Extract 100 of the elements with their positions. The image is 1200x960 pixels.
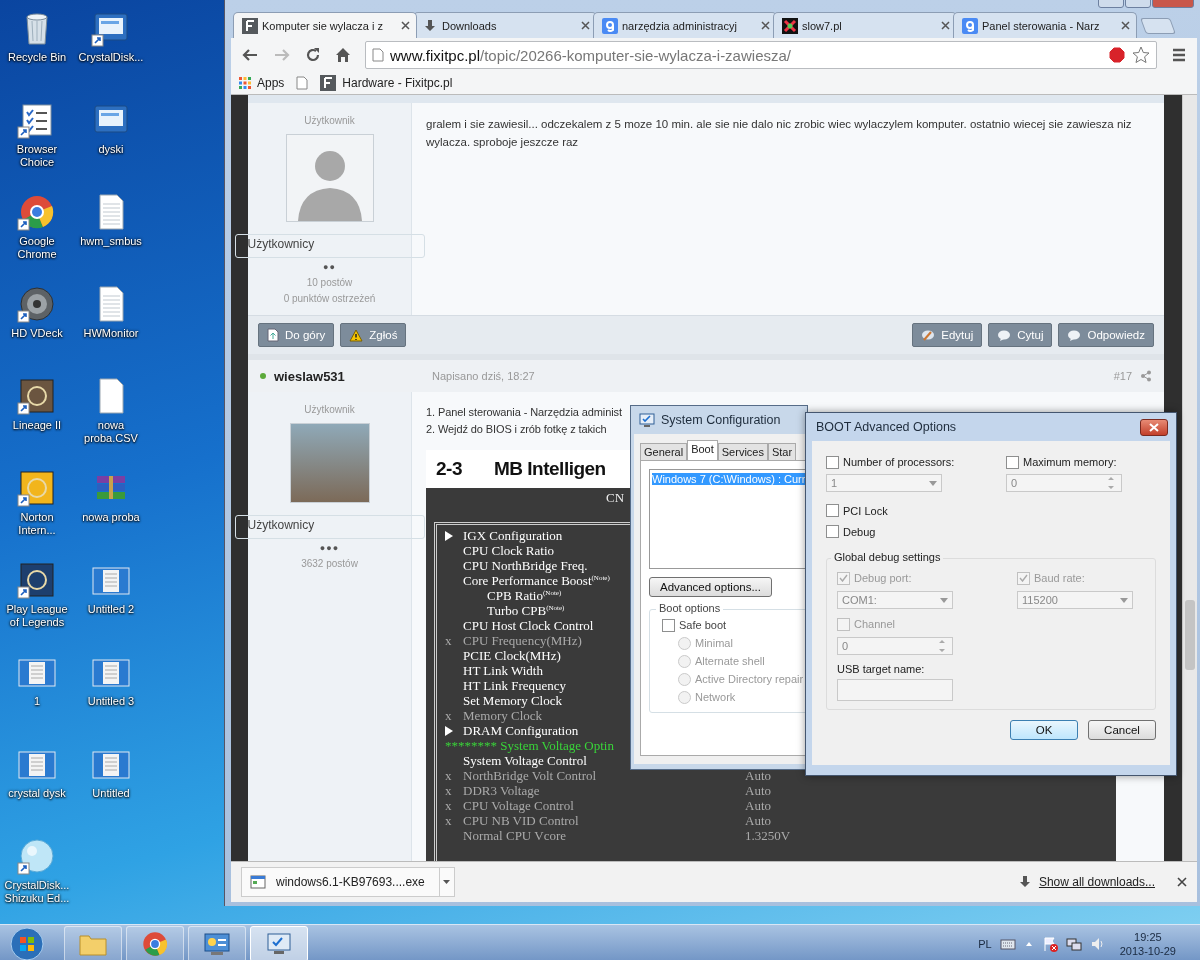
- dialog-tab[interactable]: Services: [717, 443, 768, 460]
- bookmark[interactable]: Apps: [239, 76, 285, 90]
- stop-sign-icon[interactable]: [1108, 46, 1126, 64]
- disabled-mark: x: [445, 632, 452, 649]
- desktop-shortcut[interactable]: Play League of Legends: [0, 556, 74, 648]
- dialog-tab[interactable]: Star: [767, 443, 797, 460]
- dialog-button[interactable]: OK: [1010, 720, 1078, 740]
- keyboard-icon[interactable]: [999, 938, 1016, 950]
- desktop-shortcut[interactable]: hwm_smbus: [74, 188, 148, 280]
- sphere-icon: [17, 836, 57, 876]
- radio-label: Network: [695, 691, 736, 703]
- dialog-tab[interactable]: Boot: [687, 440, 718, 460]
- window-file-icon: [250, 875, 266, 889]
- desktop-shortcut[interactable]: Norton Intern...: [0, 464, 74, 556]
- clock[interactable]: 19:25 2013-10-29: [1119, 930, 1176, 958]
- close-icon[interactable]: [761, 21, 770, 30]
- field-label: USB target name:: [837, 663, 926, 675]
- favicon-icon: [602, 17, 618, 34]
- forward-arrow-icon[interactable]: [273, 47, 291, 63]
- triangle-right-icon: [445, 530, 453, 541]
- bios-item: NorthBridge Volt Control: [463, 767, 597, 783]
- post-text: 1. Panel sterowania - Narzędzia administ: [426, 405, 622, 420]
- browser-tab[interactable]: Komputer sie wylacza i z: [233, 12, 417, 38]
- desktop-shortcut[interactable]: Browser Choice: [0, 96, 74, 188]
- bios-item: HT Link Frequency: [463, 677, 567, 693]
- scrollbar-thumb[interactable]: [1185, 600, 1195, 670]
- scrollbar[interactable]: [1182, 95, 1197, 861]
- section-number: 2-3: [435, 458, 463, 480]
- menu-icon[interactable]: [1171, 47, 1187, 63]
- bios-item: CPU Host Clock Control: [463, 617, 594, 633]
- window-title: System Configuration: [661, 413, 781, 427]
- bios-item: CPU Frequency(MHz): [463, 632, 582, 648]
- post-action-button[interactable]: Zgłoś: [340, 323, 407, 347]
- desktop-shortcut[interactable]: HWMonitor: [74, 280, 148, 372]
- address-bar[interactable]: www.fixitpc.pl/topic/20266-komputer-sie-wylacza-i-zawiesza/: [365, 41, 1157, 69]
- disabled-mark: x: [445, 767, 452, 784]
- taskbar-button[interactable]: [250, 926, 308, 960]
- group-title: Boot options: [656, 602, 724, 614]
- desktop-shortcut[interactable]: dyski: [74, 96, 148, 188]
- share-icon[interactable]: [1140, 370, 1152, 382]
- bios-item: System Voltage Control: [463, 752, 587, 768]
- network-icon[interactable]: [1065, 936, 1082, 952]
- desktop-shortcut[interactable]: Lineage II: [0, 372, 74, 464]
- bios-value: Auto: [745, 782, 771, 799]
- bookmark[interactable]: [296, 76, 309, 90]
- desktop-shortcut[interactable]: Recycle Bin: [0, 4, 74, 96]
- radio-label: Minimal: [695, 637, 733, 649]
- bios-value: Auto: [745, 812, 771, 829]
- desktop-shortcut[interactable]: 1: [0, 648, 74, 740]
- checkbox[interactable]: [662, 618, 675, 632]
- checkbox[interactable]: [826, 504, 839, 517]
- desktop-shortcut[interactable]: nowa proba.CSV: [74, 372, 148, 464]
- author-name[interactable]: wieslaw531: [274, 368, 424, 384]
- rank-pips: ●●: [323, 262, 336, 272]
- home-icon[interactable]: [335, 47, 351, 63]
- desktop-shortcut[interactable]: Google Chrome: [0, 188, 74, 280]
- close-icon[interactable]: [1177, 877, 1187, 887]
- desktop-shortcut[interactable]: Untitled 3: [74, 648, 148, 740]
- post-action-button[interactable]: Cytuj: [988, 323, 1053, 347]
- post-action-button[interactable]: Edytuj: [912, 323, 983, 347]
- bookmark[interactable]: Hardware - Fixitpc.pl: [320, 75, 453, 91]
- post-action-button[interactable]: Odpowiedz: [1058, 323, 1154, 347]
- star-icon[interactable]: [1132, 46, 1150, 64]
- member-stat: 0 punktów ostrzeżeń: [283, 293, 376, 304]
- desktop-shortcut[interactable]: nowa proba: [74, 464, 148, 556]
- flag-icon[interactable]: [1041, 936, 1058, 952]
- close-icon[interactable]: [401, 21, 410, 30]
- checkbox[interactable]: [826, 455, 839, 469]
- bios-item: DRAM Configuration: [463, 722, 579, 738]
- checkbox[interactable]: [1006, 455, 1019, 469]
- download-item[interactable]: windows6.1-KB97693....exe: [241, 867, 440, 897]
- volume-icon[interactable]: [1089, 936, 1106, 952]
- close-icon[interactable]: [581, 21, 590, 30]
- desktop-shortcut[interactable]: CrystalDisk...: [74, 4, 148, 96]
- dialog-tab[interactable]: General: [640, 443, 688, 460]
- desktop-shortcut[interactable]: Untitled 2: [74, 556, 148, 648]
- browser-tab[interactable]: Panel sterowania - Narz: [953, 12, 1137, 38]
- checkbox[interactable]: [826, 525, 839, 538]
- new-tab-button[interactable]: [1140, 18, 1176, 34]
- desktop-shortcut[interactable]: HD VDeck: [0, 280, 74, 372]
- post-action-button[interactable]: Do góry: [258, 323, 335, 347]
- input-field[interactable]: [837, 679, 953, 701]
- disabled-mark: x: [445, 797, 452, 814]
- taskbar-button[interactable]: [64, 926, 122, 960]
- dialog-button[interactable]: Cancel: [1088, 720, 1156, 740]
- close-icon[interactable]: [941, 21, 950, 30]
- close-button[interactable]: [1140, 418, 1168, 436]
- reload-icon[interactable]: [305, 47, 321, 63]
- language-indicator[interactable]: PL: [978, 938, 992, 950]
- taskbar-button[interactable]: [126, 926, 184, 960]
- desktop-shortcut[interactable]: crystal dysk: [0, 740, 74, 832]
- advanced-options-button[interactable]: Advanced options...: [649, 577, 772, 597]
- bios-section-heading: ******** System Voltage Optin: [445, 737, 614, 753]
- taskbar-button[interactable]: [188, 926, 246, 960]
- close-icon[interactable]: [1121, 21, 1130, 30]
- page-icon: [296, 76, 309, 90]
- show-all-downloads-link[interactable]: Show all downloads...: [1038, 875, 1155, 889]
- back-arrow-icon[interactable]: [241, 47, 259, 63]
- bios-item: IGX Configuration: [463, 527, 563, 543]
- edit-bubble-icon: [921, 328, 936, 342]
